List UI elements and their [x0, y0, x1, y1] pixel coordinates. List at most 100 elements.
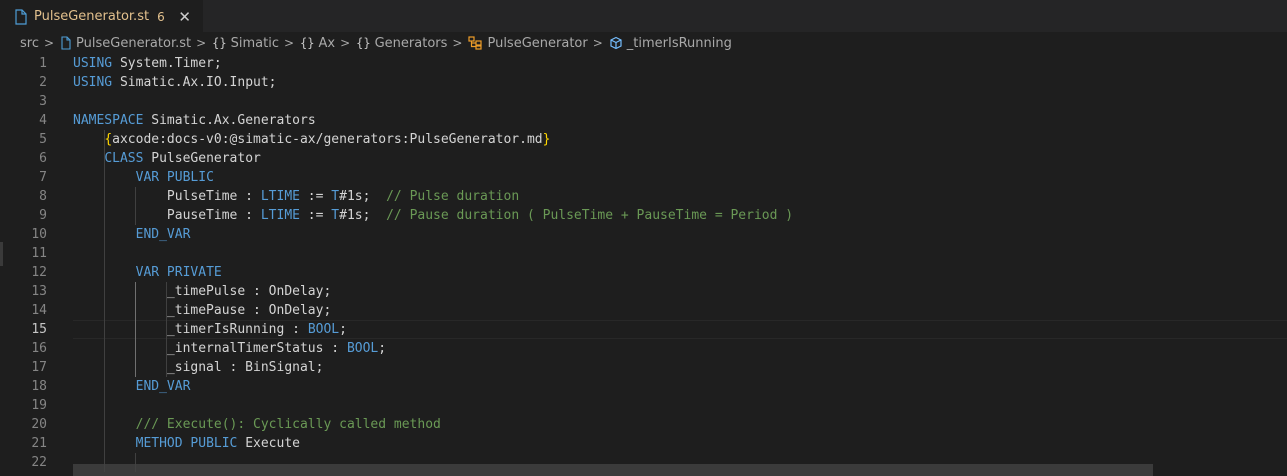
code-token: // Pulse duration — [386, 189, 520, 204]
breadcrumb-item-src[interactable]: src — [20, 36, 39, 51]
code-line[interactable]: 20 /// Execute(): Cyclically called meth… — [0, 415, 1287, 434]
code-text: PulseTime : LTIME := T#1s; // Pulse dura… — [73, 187, 519, 206]
code-token: // Pause duration ( PulseTime + PauseTim… — [386, 208, 794, 223]
chevron-right-icon: > — [340, 36, 351, 50]
code-token: #1s; — [339, 189, 387, 204]
code-line[interactable]: 16 _internalTimerStatus : BOOL; — [0, 339, 1287, 358]
code-token: METHOD PUBLIC — [135, 436, 238, 451]
line-number: 1 — [39, 56, 47, 71]
code-text: _signal : BinSignal; — [73, 358, 324, 377]
code-line[interactable]: 19 — [0, 396, 1287, 415]
breadcrumb-label: _timerIsRunning — [626, 35, 732, 51]
code-line[interactable]: 2 USING Simatic.Ax.IO.Input; — [0, 73, 1287, 92]
code-token: := — [299, 208, 332, 223]
line-number: 8 — [39, 189, 47, 204]
code-text: VAR PUBLIC — [73, 168, 214, 187]
code-token: axcode:docs-v0:@simatic-ax/generators:Pu… — [112, 132, 543, 147]
code-line[interactable]: 1 USING System.Timer; — [0, 54, 1287, 73]
code-text: END_VAR — [73, 377, 191, 396]
code-token: VAR PUBLIC — [135, 170, 214, 185]
breadcrumb-label: Generators — [374, 35, 448, 51]
code-line[interactable]: 10 END_VAR — [0, 225, 1287, 244]
code-token: Simatic.Ax.IO.Input; — [112, 75, 277, 90]
chevron-right-icon: > — [196, 36, 207, 50]
code-line[interactable]: 15 _timerIsRunning : BOOL; — [0, 320, 1287, 339]
code-token: ; — [378, 341, 387, 356]
breadcrumb-item-generators[interactable]: {} Generators — [356, 36, 447, 51]
code-token: LTIME — [260, 208, 300, 223]
code-line[interactable]: 14 _timePause : OnDelay; — [0, 301, 1287, 320]
code-line[interactable]: 5 {axcode:docs-v0:@simatic-ax/generators… — [0, 130, 1287, 149]
code-token: Simatic.Ax.Generators — [143, 113, 316, 128]
code-line[interactable]: 6 CLASS PulseGenerator — [0, 149, 1287, 168]
code-token: PulseGenerator — [143, 151, 261, 166]
breadcrumb-item-field[interactable]: _timerIsRunning — [609, 36, 732, 51]
code-token: PauseTime : — [73, 208, 261, 223]
file-icon — [14, 8, 28, 25]
field-icon — [609, 36, 623, 50]
code-token: BOOL — [346, 341, 379, 356]
code-token: PulseTime : — [73, 189, 261, 204]
indent-guide — [104, 130, 105, 472]
code-line[interactable]: 13 _timePulse : OnDelay; — [0, 282, 1287, 301]
code-text: VAR PRIVATE — [73, 263, 222, 282]
line-number: 17 — [31, 360, 47, 375]
code-line[interactable]: 17 _signal : BinSignal; — [0, 358, 1287, 377]
line-number: 5 — [39, 132, 47, 147]
code-text: END_VAR — [73, 225, 191, 244]
code-token: CLASS — [104, 151, 144, 166]
code-text: /// Execute(): Cyclically called method — [73, 415, 441, 434]
code-line[interactable]: 4 NAMESPACE Simatic.Ax.Generators — [0, 111, 1287, 130]
editor-tab-pulsegenerator[interactable]: PulseGenerator.st 6 ✕ — [0, 0, 203, 32]
code-text: _timerIsRunning : BOOL; — [73, 320, 347, 339]
chevron-right-icon: > — [43, 36, 55, 50]
breadcrumb-item-class[interactable]: PulseGenerator — [468, 36, 588, 51]
code-line[interactable]: 12 VAR PRIVATE — [0, 263, 1287, 282]
code-token: USING — [73, 56, 113, 71]
line-number: 10 — [31, 227, 47, 242]
chevron-right-icon: > — [283, 36, 295, 50]
line-number: 16 — [31, 341, 47, 356]
line-number: 20 — [31, 417, 47, 432]
line-number: 13 — [31, 284, 47, 299]
code-line[interactable]: 8 PulseTime : LTIME := T#1s; // Pulse du… — [0, 187, 1287, 206]
code-token: := — [299, 189, 332, 204]
horizontal-scrollbar[interactable] — [73, 464, 1153, 476]
indent-guide — [135, 187, 137, 225]
code-text: _internalTimerStatus : BOOL; — [73, 339, 386, 358]
code-token: END_VAR — [135, 227, 191, 242]
code-line[interactable]: 11 — [0, 244, 1287, 263]
chevron-right-icon: > — [452, 36, 463, 50]
namespace-braces-icon: {} — [212, 36, 227, 50]
code-editor[interactable]: 1 USING System.Timer; 2 USING Simatic.Ax.IO… — [0, 54, 1287, 476]
code-text: METHOD PUBLIC Execute — [73, 434, 300, 453]
close-icon[interactable]: ✕ — [177, 9, 193, 25]
line-number: 9 — [39, 208, 47, 223]
breadcrumb-item-ax[interactable]: {} Ax — [300, 36, 335, 51]
line-number: 7 — [39, 170, 47, 185]
code-token: } — [542, 132, 551, 147]
line-number: 2 — [39, 75, 47, 90]
line-number: 21 — [31, 436, 47, 451]
code-line[interactable]: 18 END_VAR — [0, 377, 1287, 396]
file-icon — [60, 36, 72, 50]
line-number: 22 — [31, 455, 47, 470]
code-text: _timePulse : OnDelay; — [73, 282, 331, 301]
code-line[interactable]: 3 — [0, 92, 1287, 111]
breadcrumb-item-file[interactable]: PulseGenerator.st — [60, 36, 191, 51]
code-text: NAMESPACE Simatic.Ax.Generators — [73, 111, 316, 130]
breadcrumb: src > PulseGenerator.st > {} Simatic > {… — [0, 32, 1287, 54]
code-line[interactable]: 7 VAR PUBLIC — [0, 168, 1287, 187]
sash-handle[interactable] — [0, 242, 3, 266]
breadcrumb-label: Ax — [318, 35, 336, 51]
line-number: 6 — [39, 151, 47, 166]
code-line[interactable]: 21 METHOD PUBLIC Execute — [0, 434, 1287, 453]
code-line[interactable]: 9 PauseTime : LTIME := T#1s; // Pause du… — [0, 206, 1287, 225]
indent-guide — [135, 282, 137, 377]
code-text: _timePause : OnDelay; — [73, 301, 331, 320]
code-token: USING — [73, 75, 113, 90]
code-token: _signal : BinSignal; — [73, 360, 324, 375]
breadcrumb-item-simatic[interactable]: {} Simatic — [212, 36, 279, 51]
chevron-right-icon: > — [592, 36, 603, 50]
